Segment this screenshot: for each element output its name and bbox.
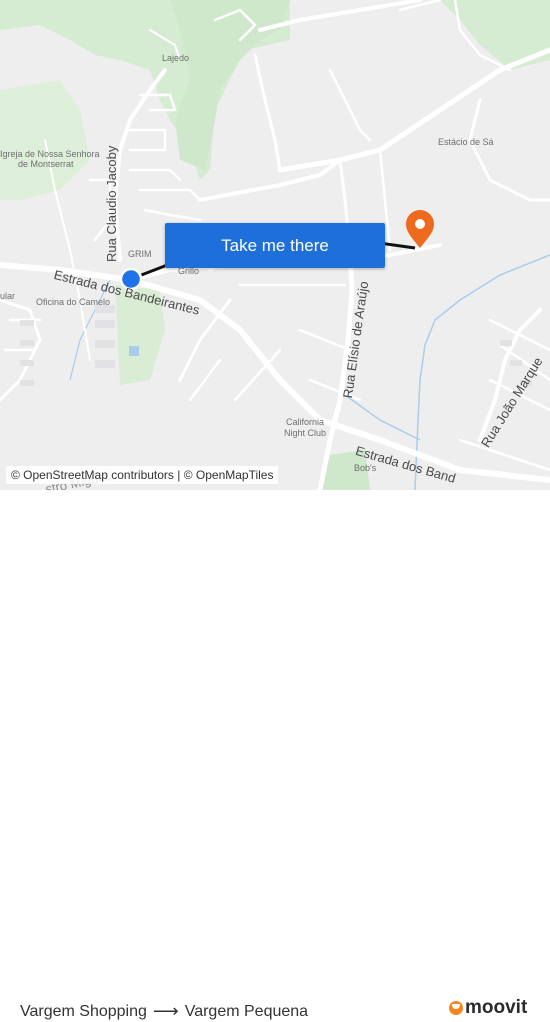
brand-name: moovit xyxy=(465,997,528,1018)
pool xyxy=(129,346,139,356)
place-label-california: California xyxy=(286,417,325,427)
road-label-claudio-jacoby: Rua Claudio Jacoby xyxy=(104,145,119,262)
moovit-logo[interactable]: moovit xyxy=(449,997,527,1019)
arrow-right-icon: ⟶ xyxy=(152,1001,179,1021)
place-label-ular: ular xyxy=(0,291,16,301)
destination-name: Vargem Pequena xyxy=(184,1002,309,1020)
map-view[interactable]: Lajedo Igreja de Nossa Senhora de Montse… xyxy=(0,0,550,490)
place-label-lajedo: Lajedo xyxy=(162,53,190,63)
origin-name: Vargem Shopping xyxy=(20,1002,147,1020)
place-label-igreja-line2: de Montserrat xyxy=(18,159,74,169)
place-label-estacio: Estácio de Sá xyxy=(438,137,494,147)
take-me-there-button[interactable]: Take me there xyxy=(165,223,385,268)
place-label-california-line2: Night Club xyxy=(284,428,327,438)
map-attribution[interactable]: © OpenStreetMap contributors | © OpenMap… xyxy=(6,466,279,484)
place-label-oficina: Oficina do Camelo xyxy=(36,297,111,307)
moovit-logo-icon xyxy=(449,1001,463,1015)
footer-bar: Vargem Shopping ⟶ Vargem Pequena moovit xyxy=(0,490,550,1021)
destination-pin-icon xyxy=(406,210,434,248)
place-label-bobs: Bob's xyxy=(354,463,377,473)
place-label-igreja: Igreja de Nossa Senhora xyxy=(0,149,100,159)
route-summary: Vargem Shopping ⟶ Vargem Pequena xyxy=(20,1001,308,1022)
place-label-grim: GRIM xyxy=(128,249,152,259)
